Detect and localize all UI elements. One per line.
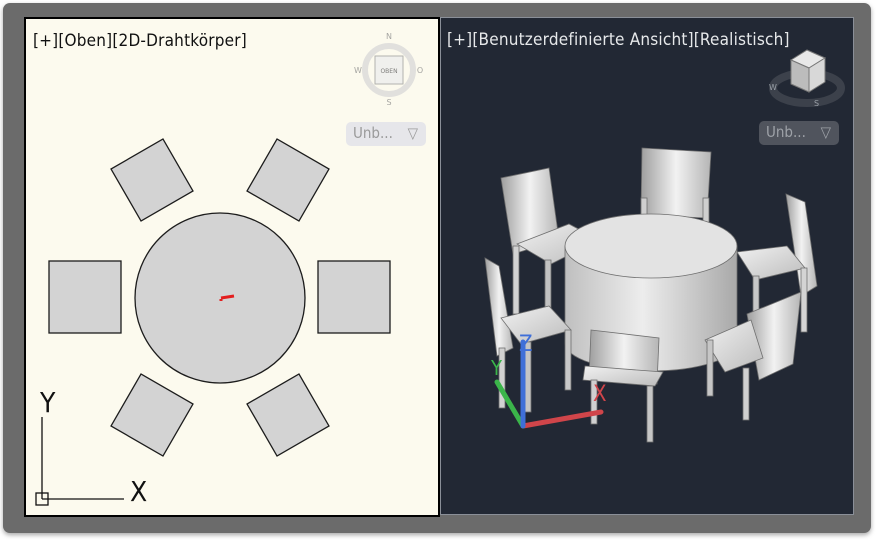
axis-label-y: Y [491, 356, 502, 380]
viewcube-icon[interactable]: OBEN N S O W [354, 32, 423, 107]
viewcube-east: O [417, 66, 423, 75]
viewport-top-view[interactable]: OBEN N S O W [+][Oben][2D-Drahtkörper] U… [24, 17, 440, 517]
axis-label-x: X [593, 382, 607, 407]
viewcube-south: S [814, 99, 819, 108]
viewport-label-top[interactable]: [+][Oben][2D-Drahtkörper] [33, 31, 247, 51]
ucs-dropdown-left[interactable]: Unb... ▽ [346, 122, 426, 146]
ucs-dropdown-value: Unb... [766, 123, 806, 141]
ucs-dropdown-value: Unb... [353, 124, 393, 142]
viewcube-north: N [386, 32, 392, 41]
chair-top-view-left[interactable] [48, 260, 122, 334]
ucs-axis-icon [35, 417, 124, 506]
chair-top-view-right[interactable] [317, 260, 391, 334]
table-top-view[interactable] [134, 212, 306, 384]
viewcube-south: S [386, 98, 391, 107]
viewcube-west: W [769, 83, 777, 92]
axis-label-y: Y [40, 386, 56, 419]
3d-view-drawing[interactable]: W S [441, 18, 853, 514]
chair-top-view-upper-right[interactable] [246, 138, 330, 222]
chevron-down-icon: ▽ [820, 123, 831, 141]
viewcube-face-label: OBEN [380, 68, 397, 75]
viewcube-icon[interactable]: W S [769, 49, 845, 108]
chevron-down-icon: ▽ [407, 124, 418, 142]
chair-top-view-lower-left[interactable] [110, 373, 194, 457]
ucs-dropdown-right[interactable]: Unb... ▽ [759, 121, 839, 145]
chair-top-view-upper-left[interactable] [110, 138, 194, 222]
viewcube-west: W [354, 66, 362, 75]
viewport-label-3d[interactable]: [+][Benutzerdefinierte Ansicht][Realisti… [447, 30, 790, 50]
viewport-3d-view[interactable]: W S [+][Benutzerdefinierte Ansicht][Real… [440, 17, 854, 515]
axis-label-x: X [130, 475, 148, 508]
chair-top-view-lower-right[interactable] [246, 373, 330, 457]
top-view-drawing[interactable]: OBEN N S O W [26, 19, 438, 515]
axis-label-z: Z [519, 332, 533, 357]
